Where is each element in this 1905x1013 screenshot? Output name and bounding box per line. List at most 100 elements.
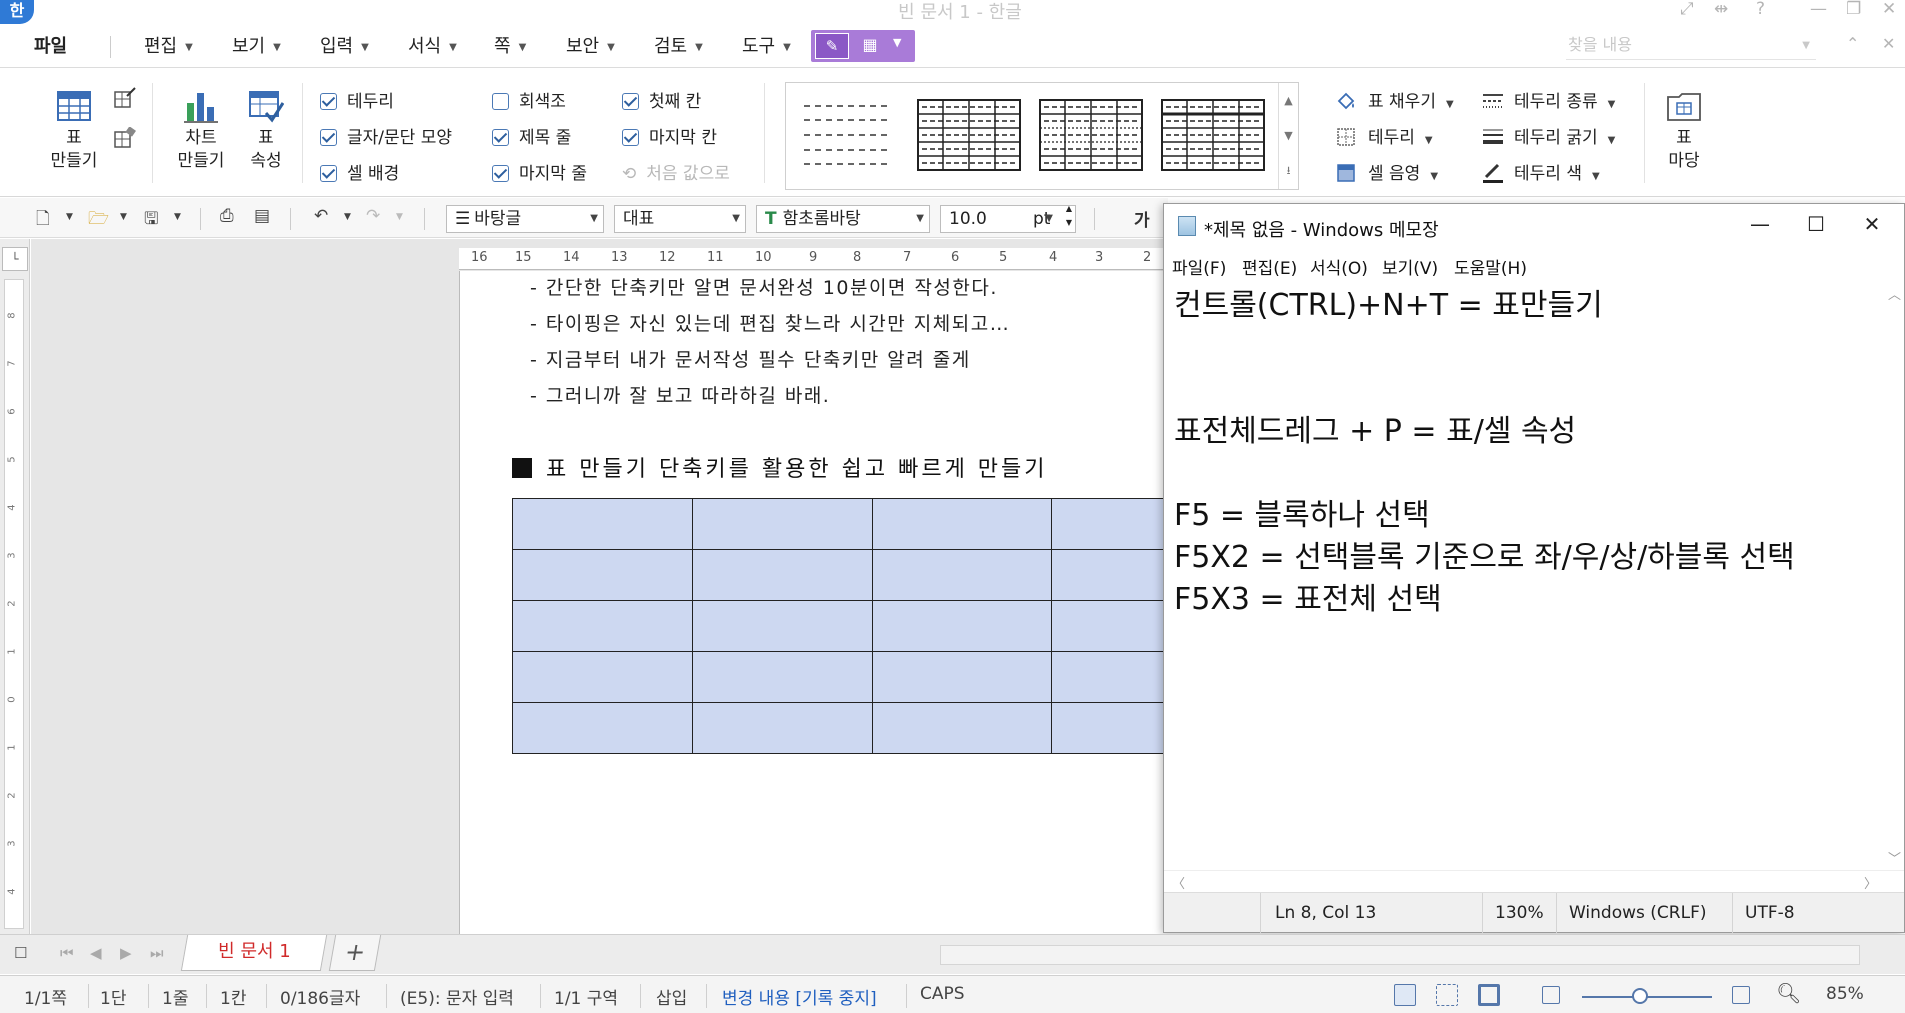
- check-grayscale[interactable]: 회색조: [492, 87, 566, 112]
- notepad-menu-view[interactable]: 보기(V): [1382, 254, 1438, 279]
- notepad-title-bar[interactable]: *제목 없음 - Windows 메모장 — ☐ ✕: [1164, 204, 1904, 250]
- check-last-column[interactable]: 마지막 칸: [622, 123, 717, 148]
- cell-shade-button[interactable]: 셀 음영 ▼: [1336, 159, 1438, 184]
- notepad-menu-help[interactable]: 도움말(H): [1454, 254, 1527, 279]
- split-icon[interactable]: ⇹: [1714, 0, 1728, 19]
- border-color-button[interactable]: 테두리 색 ▼: [1482, 159, 1600, 184]
- table-madang-button[interactable]: 표 마당: [1656, 89, 1712, 173]
- print-icon[interactable]: ⎙: [220, 206, 234, 226]
- table-style-dotted[interactable]: [1038, 98, 1144, 172]
- table-properties-button[interactable]: 표 속성: [238, 89, 294, 173]
- close-icon[interactable]: ✕: [1882, 0, 1896, 19]
- notepad-menu-format[interactable]: 서식(O): [1310, 254, 1368, 279]
- table-cell[interactable]: [691, 498, 873, 550]
- caret-icon[interactable]: ▼: [174, 212, 181, 222]
- document-page[interactable]: - 간단한 단축키만 알면 문서완성 10분이면 작성한다. - 타이핑은 자신…: [459, 271, 1168, 934]
- menu-tools[interactable]: 도구 ▼: [742, 32, 791, 58]
- para-style-combo[interactable]: ☰ 바탕글 ▼: [446, 205, 604, 233]
- caret-icon[interactable]: ▼: [893, 36, 901, 49]
- status-page[interactable]: 1/1쪽: [24, 984, 67, 1009]
- font-combo[interactable]: T 함초롬바탕 ▼: [756, 205, 930, 233]
- draw-table-icon[interactable]: [114, 87, 136, 109]
- notepad-minimize-icon[interactable]: —: [1732, 212, 1788, 236]
- table-cell[interactable]: [871, 702, 1053, 754]
- check-cell-background[interactable]: 셀 배경: [320, 159, 399, 184]
- doc-heading[interactable]: 표 만들기 단축키를 활용한 쉽고 빠르게 만들기: [512, 451, 1048, 483]
- table-cell[interactable]: [512, 651, 693, 703]
- redo-icon[interactable]: ↷: [366, 206, 380, 226]
- doc-table[interactable]: [512, 498, 1168, 754]
- first-tab-icon[interactable]: ⏮: [60, 944, 74, 962]
- tab-list-icon[interactable]: ☐: [14, 944, 27, 962]
- scroll-left-icon[interactable]: 〈: [1172, 873, 1185, 892]
- scroll-down-icon[interactable]: ▼: [1279, 118, 1298, 153]
- collapse-ribbon-icon[interactable]: ⌃: [1846, 34, 1859, 53]
- menu-insert[interactable]: 입력 ▼: [320, 32, 369, 58]
- normal-view-icon[interactable]: [1394, 984, 1416, 1006]
- last-tab-icon[interactable]: ⏭: [150, 944, 164, 962]
- gallery-scroll[interactable]: ▲ ▼ ⭳: [1278, 83, 1298, 189]
- menu-format[interactable]: 서식 ▼: [408, 32, 457, 58]
- prev-tab-icon[interactable]: ◀: [90, 944, 102, 962]
- notepad-close-icon[interactable]: ✕: [1844, 212, 1900, 236]
- fullscreen-icon[interactable]: ⤢: [1680, 0, 1694, 19]
- check-first-column[interactable]: 첫째 칸: [622, 87, 701, 112]
- table-cell[interactable]: [512, 498, 693, 550]
- doc-line[interactable]: - 지금부터 내가 문서작성 필수 단축키만 알려 줄게: [530, 345, 971, 372]
- table-cell[interactable]: [512, 549, 693, 601]
- doc-line[interactable]: - 타이핑은 자신 있는데 편집 찾느라 시간만 지체되고…: [530, 309, 1010, 336]
- caret-icon[interactable]: ▼: [396, 212, 403, 222]
- notepad-vertical-scrollbar[interactable]: ︿ ﹀: [1884, 280, 1904, 870]
- restore-icon[interactable]: ❐: [1846, 0, 1861, 19]
- app-logo[interactable]: 한: [0, 0, 34, 24]
- language-combo[interactable]: 대표 ▼: [614, 205, 746, 233]
- menu-review[interactable]: 검토 ▼: [654, 32, 703, 58]
- caret-icon[interactable]: ▼: [344, 212, 351, 222]
- open-folder-icon[interactable]: 🗁: [88, 206, 109, 235]
- save-icon[interactable]: 🖫: [144, 206, 158, 235]
- minimize-icon[interactable]: —: [1810, 0, 1827, 19]
- table-style-grid[interactable]: [916, 98, 1022, 172]
- table-cell[interactable]: [1051, 600, 1168, 652]
- magnifier-icon[interactable]: 🔍︎: [1776, 981, 1801, 1005]
- status-track-changes[interactable]: 변경 내용 [기록 중지]: [722, 984, 877, 1009]
- status-insert[interactable]: 삽입: [656, 984, 687, 1009]
- find-input[interactable]: 찾을 내용 ▼: [1566, 32, 1816, 60]
- width-fit-icon[interactable]: [1436, 984, 1458, 1006]
- scroll-up-icon[interactable]: ▲: [1279, 83, 1298, 118]
- table-cell[interactable]: [691, 702, 873, 754]
- view-toggle[interactable]: ✎ ▦ ▼: [811, 30, 915, 62]
- table-cell[interactable]: [871, 498, 1053, 550]
- border-weight-button[interactable]: 테두리 굵기 ▼: [1482, 123, 1615, 148]
- table-cell[interactable]: [512, 702, 693, 754]
- tab-blank-document[interactable]: 빈 문서 1: [180, 935, 328, 971]
- check-char-para-shape[interactable]: 글자/문단 모양: [320, 123, 452, 148]
- add-tab-button[interactable]: +: [328, 935, 382, 971]
- scroll-right-icon[interactable]: 〉: [1864, 873, 1877, 892]
- table-cell[interactable]: [871, 600, 1053, 652]
- table-fill-button[interactable]: 표 채우기 ▼: [1336, 87, 1454, 112]
- check-border[interactable]: 테두리: [320, 87, 394, 112]
- border-type-button[interactable]: 테두리 종류 ▼: [1482, 87, 1615, 112]
- zoom-out-icon[interactable]: [1542, 986, 1560, 1004]
- menu-file[interactable]: 파일: [34, 32, 67, 58]
- font-preview[interactable]: 가: [1134, 206, 1150, 231]
- table-cell[interactable]: [691, 651, 873, 703]
- help-icon[interactable]: ?: [1756, 0, 1765, 19]
- check-last-row[interactable]: 마지막 줄: [492, 159, 587, 184]
- table-cell[interactable]: [1051, 498, 1168, 550]
- border-button[interactable]: 테두리 ▼: [1336, 123, 1433, 148]
- table-cell[interactable]: [1051, 549, 1168, 601]
- table-grid-icon[interactable]: ▦: [853, 33, 887, 59]
- zoom-in-icon[interactable]: [1732, 986, 1750, 1004]
- notepad-maximize-icon[interactable]: ☐: [1788, 212, 1844, 236]
- next-tab-icon[interactable]: ▶: [120, 944, 132, 962]
- make-table-button[interactable]: 표 만들기: [38, 89, 110, 173]
- scroll-down-icon[interactable]: ﹀: [1888, 848, 1901, 867]
- menu-view[interactable]: 보기 ▼: [232, 32, 281, 58]
- menu-security[interactable]: 보안 ▼: [566, 32, 615, 58]
- chart-button[interactable]: 차트 만들기: [168, 89, 234, 173]
- erase-table-icon[interactable]: [114, 127, 136, 149]
- font-size-combo[interactable]: 10.0 pt ▼ ▲ ▼: [940, 205, 1076, 233]
- table-cell[interactable]: [871, 549, 1053, 601]
